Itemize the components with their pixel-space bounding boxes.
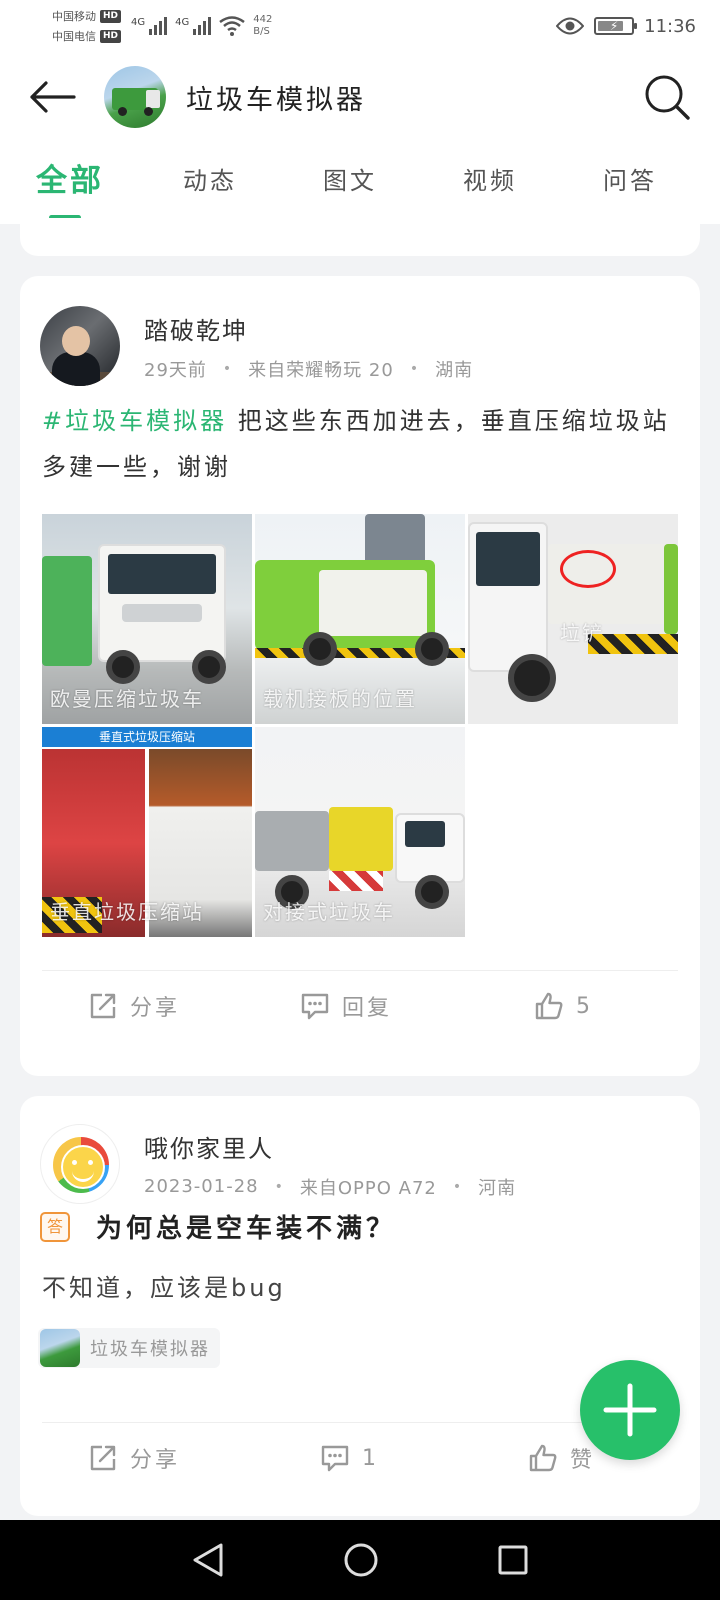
image-caption: 载机接板的位置: [263, 687, 417, 711]
reply-button[interactable]: 回复: [300, 990, 392, 1022]
post-location: 湖南: [435, 359, 474, 381]
divider: [42, 970, 678, 971]
separator-dot: •: [409, 360, 420, 377]
topic-avatar: [40, 1329, 80, 1367]
post-image[interactable]: 对接式垃圾车: [255, 727, 465, 937]
question-row[interactable]: 答 为何总是空车装不满？: [40, 1208, 396, 1245]
post-author: 哦你家里人 2023-01-28 • 来自OPPO A72 • 河南: [40, 1124, 516, 1204]
image-caption: 对接式垃圾车: [263, 900, 395, 924]
signal-icon: 4G: [175, 17, 212, 35]
post-author: 踏破乾坤 29天前 • 来自荣耀畅玩 20 • 湖南: [40, 306, 473, 386]
share-label: 分享: [130, 996, 181, 1021]
like-count: 5: [576, 993, 593, 1019]
image-caption: 垃铲: [560, 621, 604, 645]
reply-count: 1: [362, 1445, 379, 1471]
thumbs-up-icon: [535, 992, 563, 1020]
like-button[interactable]: 赞: [528, 1442, 595, 1474]
post-location: 河南: [478, 1177, 517, 1199]
topic-label: 垃圾车模拟器: [90, 1339, 210, 1360]
share-label: 分享: [130, 1448, 181, 1473]
post-body[interactable]: #垃圾车模拟器 把这些东西加进去，垂直压缩垃圾站多建一些，谢谢: [42, 398, 682, 490]
tab-all[interactable]: 全部: [0, 142, 140, 224]
app-page: 中国移动 HD 中国电信 HD 4G 4G 442 B/S ⚡ 11:36 垃圾…: [0, 0, 720, 1600]
answer-badge-icon: 答: [40, 1211, 70, 1242]
page-title: 垃圾车模拟器: [186, 84, 366, 116]
post-device: 来自OPPO A72: [299, 1177, 437, 1199]
net-speed: 442 B/S: [253, 14, 272, 38]
net-speed-value: 442: [253, 14, 273, 25]
author-name[interactable]: 踏破乾坤: [144, 311, 473, 346]
share-icon: [90, 1445, 116, 1471]
search-icon[interactable]: [642, 72, 692, 122]
question-title[interactable]: 为何总是空车装不满？: [96, 1208, 396, 1245]
post-time: 29天前: [144, 359, 207, 381]
create-post-button[interactable]: [580, 1360, 680, 1460]
tab-articles[interactable]: 图文: [280, 142, 420, 224]
network-type: 4G: [175, 17, 190, 28]
nav-recents-icon[interactable]: [497, 1544, 529, 1576]
post-actions: 分享 回复 5: [20, 976, 700, 1036]
share-button[interactable]: 分享: [88, 1442, 180, 1474]
post-device: 来自荣耀畅玩 20: [248, 359, 394, 381]
thumbs-up-icon: [529, 1444, 557, 1472]
net-speed-unit: B/S: [253, 26, 270, 37]
reply-button[interactable]: 1: [320, 1443, 379, 1473]
post-image[interactable]: 载机接板的位置: [255, 514, 465, 724]
post-meta: 29天前 • 来自荣耀畅玩 20 • 湖南: [144, 356, 473, 382]
signal-icon: 4G: [131, 17, 168, 35]
post-time: 2023-01-28: [144, 1176, 259, 1197]
tab-bar: 全部 动态 图文 视频 问答: [0, 142, 720, 224]
image-banner: 垂直式垃圾压缩站: [42, 727, 252, 747]
image-caption: 欧曼压缩垃圾车: [50, 687, 204, 711]
signal-group: 4G 4G: [131, 17, 212, 35]
carrier-info: 中国移动 HD 中国电信 HD: [52, 8, 122, 44]
post-meta: 2023-01-28 • 来自OPPO A72 • 河南: [144, 1174, 516, 1200]
header-bar: 垃圾车模拟器: [0, 52, 720, 142]
wifi-icon: [219, 16, 246, 36]
hashtag-link[interactable]: #垃圾车模拟器: [42, 407, 227, 435]
comment-icon: [301, 993, 329, 1020]
hd-badge: HD: [100, 29, 122, 43]
answer-text[interactable]: 不知道，应该是bug: [42, 1268, 286, 1303]
author-name[interactable]: 哦你家里人: [144, 1129, 516, 1164]
post-image[interactable]: 垃铲: [468, 514, 678, 724]
topic-chip[interactable]: 垃圾车模拟器: [38, 1328, 220, 1368]
nav-home-icon[interactable]: [343, 1542, 379, 1578]
image-caption: 垂直垃圾压缩站: [50, 900, 204, 924]
hd-badge: HD: [100, 9, 122, 23]
post-card[interactable]: 踏破乾坤 29天前 • 来自荣耀畅玩 20 • 湖南 #垃圾车模拟器 把这些东西…: [20, 276, 700, 1076]
comment-icon: [321, 1445, 349, 1472]
back-arrow-icon[interactable]: [28, 77, 78, 117]
system-nav-bar: [0, 1520, 720, 1600]
tab-qa[interactable]: 问答: [560, 142, 700, 224]
eye-icon: [556, 17, 585, 35]
tab-videos[interactable]: 视频: [420, 142, 560, 224]
plus-icon: [603, 1383, 657, 1437]
tab-moments[interactable]: 动态: [140, 142, 280, 224]
post-image[interactable]: 垂直式垃圾压缩站 垂直垃圾压缩站: [42, 727, 252, 937]
share-icon: [90, 993, 116, 1019]
share-button[interactable]: 分享: [88, 990, 180, 1022]
carrier-1: 中国移动: [52, 10, 96, 23]
game-avatar[interactable]: [104, 66, 166, 128]
carrier-2: 中国电信: [52, 30, 96, 43]
network-type: 4G: [131, 17, 146, 28]
separator-dot: •: [452, 1178, 463, 1195]
reply-label: 回复: [342, 996, 393, 1021]
separator-dot: •: [222, 360, 233, 377]
separator-dot: •: [274, 1178, 284, 1195]
avatar[interactable]: [40, 306, 120, 386]
battery-icon: ⚡: [594, 17, 638, 35]
avatar[interactable]: [40, 1124, 120, 1204]
status-bar: 中国移动 HD 中国电信 HD 4G 4G 442 B/S ⚡ 11:36: [0, 0, 720, 52]
post-card[interactable]: 哦你家里人 2023-01-28 • 来自OPPO A72 • 河南 答 为何总…: [20, 1096, 700, 1516]
post-image[interactable]: 欧曼压缩垃圾车: [42, 514, 252, 724]
like-label: 赞: [570, 1448, 596, 1473]
previous-card: [20, 218, 700, 256]
like-button[interactable]: 5: [534, 991, 593, 1021]
nav-back-icon[interactable]: [191, 1542, 225, 1578]
clock: 11:36: [644, 15, 696, 37]
